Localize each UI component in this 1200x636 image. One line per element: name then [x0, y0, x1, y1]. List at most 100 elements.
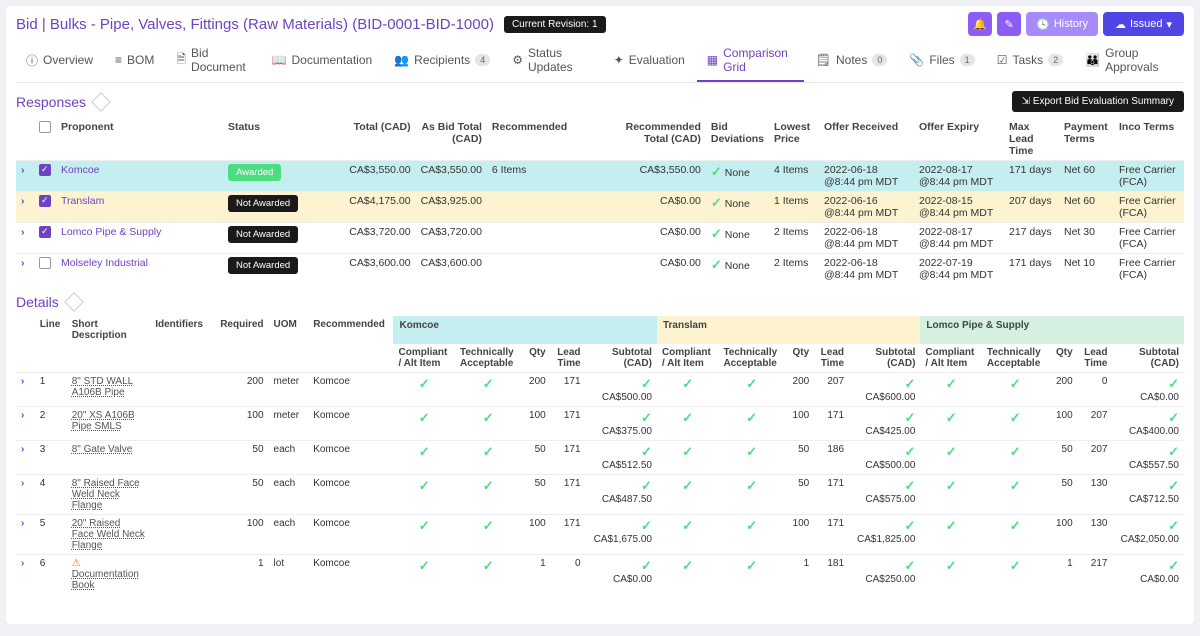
col-lowest: Lowest Price	[769, 118, 819, 161]
check-icon: ✓	[483, 444, 494, 459]
sliders-icon: ⚙	[512, 53, 523, 67]
check-icon: ✓	[483, 518, 494, 533]
warning-icon: ⚠	[72, 558, 81, 569]
expand-row[interactable]: ›	[21, 257, 25, 269]
col-expiry: Offer Expiry	[914, 118, 1004, 161]
tab-bar: ⓘOverview ≡BOM 🗎Bid Document 📖Documentat…	[16, 40, 1184, 83]
description[interactable]: 8" Gate Valve	[67, 441, 151, 475]
subtotal: ✓CA$0.00	[586, 555, 657, 595]
required: 100	[213, 407, 269, 441]
expand-row[interactable]: ›	[21, 410, 24, 421]
check-icon: ✓	[1168, 558, 1179, 573]
tab-files[interactable]: 📎Files1	[899, 40, 984, 82]
qty: 1	[785, 555, 814, 595]
offer-expiry: 2022-08-15 @8:44 pm MDT	[914, 192, 1004, 223]
response-row: › Molseley Industrial Not Awarded CA$3,6…	[16, 254, 1184, 285]
identifiers	[150, 441, 213, 475]
row-checkbox[interactable]	[39, 257, 51, 269]
expand-row[interactable]: ›	[21, 478, 24, 489]
description[interactable]: ⚠Documentation Book	[67, 555, 151, 595]
col-total: Total (CAD)	[344, 118, 415, 161]
bell-icon-button[interactable]: 🔔	[968, 12, 992, 36]
payment: Net 60	[1059, 161, 1114, 192]
asbid: CA$3,550.00	[416, 161, 487, 192]
tab-overview[interactable]: ⓘOverview	[16, 40, 103, 82]
tab-status-updates[interactable]: ⚙Status Updates	[502, 40, 601, 82]
description[interactable]: 8" STD WALL A106B Pipe	[67, 373, 151, 407]
col-dev: Bid Deviations	[706, 118, 769, 161]
col-status: Status	[223, 118, 344, 161]
description[interactable]: 20" XS A106B Pipe SMLS	[67, 407, 151, 441]
lowest-price: 1 Items	[769, 192, 819, 223]
status-badge: Not Awarded	[228, 226, 298, 243]
check-icon: ✓	[711, 226, 722, 241]
col-ident: Identifiers	[150, 316, 213, 344]
proponent-name[interactable]: Lomco Pipe & Supply	[56, 223, 223, 254]
lead: 171	[814, 515, 849, 555]
expand-row[interactable]: ›	[21, 164, 25, 176]
lead: 181	[814, 555, 849, 595]
check-icon: ✓	[1168, 410, 1179, 425]
check-icon: ✓	[641, 478, 652, 493]
offer-received: 2022-06-18 @8:44 pm MDT	[819, 161, 914, 192]
expand-row[interactable]: ›	[21, 444, 24, 455]
issued-button[interactable]: ☁Issued▾	[1103, 12, 1184, 36]
tasks-count: 2	[1048, 54, 1063, 66]
expand-row[interactable]: ›	[21, 195, 25, 207]
tab-bom[interactable]: ≡BOM	[105, 40, 164, 82]
tab-evaluation[interactable]: ✦Evaluation	[604, 40, 695, 82]
lead: 171	[814, 407, 849, 441]
lead: 207	[1078, 407, 1113, 441]
detail-row: › 1 8" STD WALL A106B Pipe 200 meter Kom…	[16, 373, 1184, 407]
tab-comparison-grid[interactable]: ▦Comparison Grid	[697, 40, 804, 82]
select-all-checkbox[interactable]	[39, 121, 51, 133]
col-proponent: Proponent	[56, 118, 223, 161]
tab-group-approvals[interactable]: 👪Group Approvals	[1075, 40, 1184, 82]
tab-documentation[interactable]: 📖Documentation	[262, 40, 383, 82]
check-icon: ✓	[711, 195, 722, 210]
detail-row: › 5 20" Raised Face Weld Neck Flange 100…	[16, 515, 1184, 555]
tab-notes[interactable]: 🗒Notes0	[806, 40, 898, 82]
row-checkbox[interactable]	[39, 195, 51, 207]
expand-row[interactable]: ›	[21, 518, 24, 529]
qty: 50	[522, 441, 551, 475]
response-row: › Komcoe Awarded CA$3,550.00 CA$3,550.00…	[16, 161, 1184, 192]
qty: 200	[785, 373, 814, 407]
row-checkbox[interactable]	[39, 164, 51, 176]
row-checkbox[interactable]	[39, 226, 51, 238]
expand-row[interactable]: ›	[21, 376, 24, 387]
edit-icon-button[interactable]: ✎	[997, 12, 1021, 36]
proponent-name[interactable]: Komcoe	[56, 161, 223, 192]
check-icon: ✓	[711, 257, 722, 272]
history-button[interactable]: 🕓History	[1026, 12, 1098, 36]
line-num: 6	[35, 555, 67, 595]
paperclip-icon: 📎	[909, 53, 924, 67]
required: 50	[213, 441, 269, 475]
col-maxlead: Max Lead Time	[1004, 118, 1059, 161]
expand-row[interactable]: ›	[21, 226, 25, 238]
asbid: CA$3,720.00	[416, 223, 487, 254]
check-icon: ✓	[946, 444, 957, 459]
col-lead: Lead Time	[551, 344, 586, 373]
responses-table: Proponent Status Total (CAD) As Bid Tota…	[16, 118, 1184, 284]
proponent-name[interactable]: Translam	[56, 192, 223, 223]
tab-bid-document[interactable]: 🗎Bid Document	[166, 40, 259, 82]
check-icon: ✓	[1010, 376, 1021, 391]
required: 50	[213, 475, 269, 515]
export-button[interactable]: ⇲ Export Bid Evaluation Summary	[1012, 91, 1184, 112]
tab-recipients[interactable]: 👥Recipients4	[384, 40, 500, 82]
payment: Net 10	[1059, 254, 1114, 285]
qty: 100	[522, 515, 551, 555]
subtotal: ✓CA$2,050.00	[1112, 515, 1184, 555]
tab-tasks[interactable]: ☑Tasks2	[987, 40, 1073, 82]
lead: 171	[551, 441, 586, 475]
people-icon: 👥	[394, 53, 409, 67]
lead: 217	[1078, 555, 1113, 595]
description[interactable]: 8" Raised Face Weld Neck Flange	[67, 475, 151, 515]
inco: Free Carrier (FCA)	[1114, 161, 1184, 192]
total: CA$3,720.00	[344, 223, 415, 254]
proponent-name[interactable]: Molseley Industrial	[56, 254, 223, 285]
check-icon: ✓	[946, 518, 957, 533]
expand-row[interactable]: ›	[21, 558, 24, 569]
description[interactable]: 20" Raised Face Weld Neck Flange	[67, 515, 151, 555]
